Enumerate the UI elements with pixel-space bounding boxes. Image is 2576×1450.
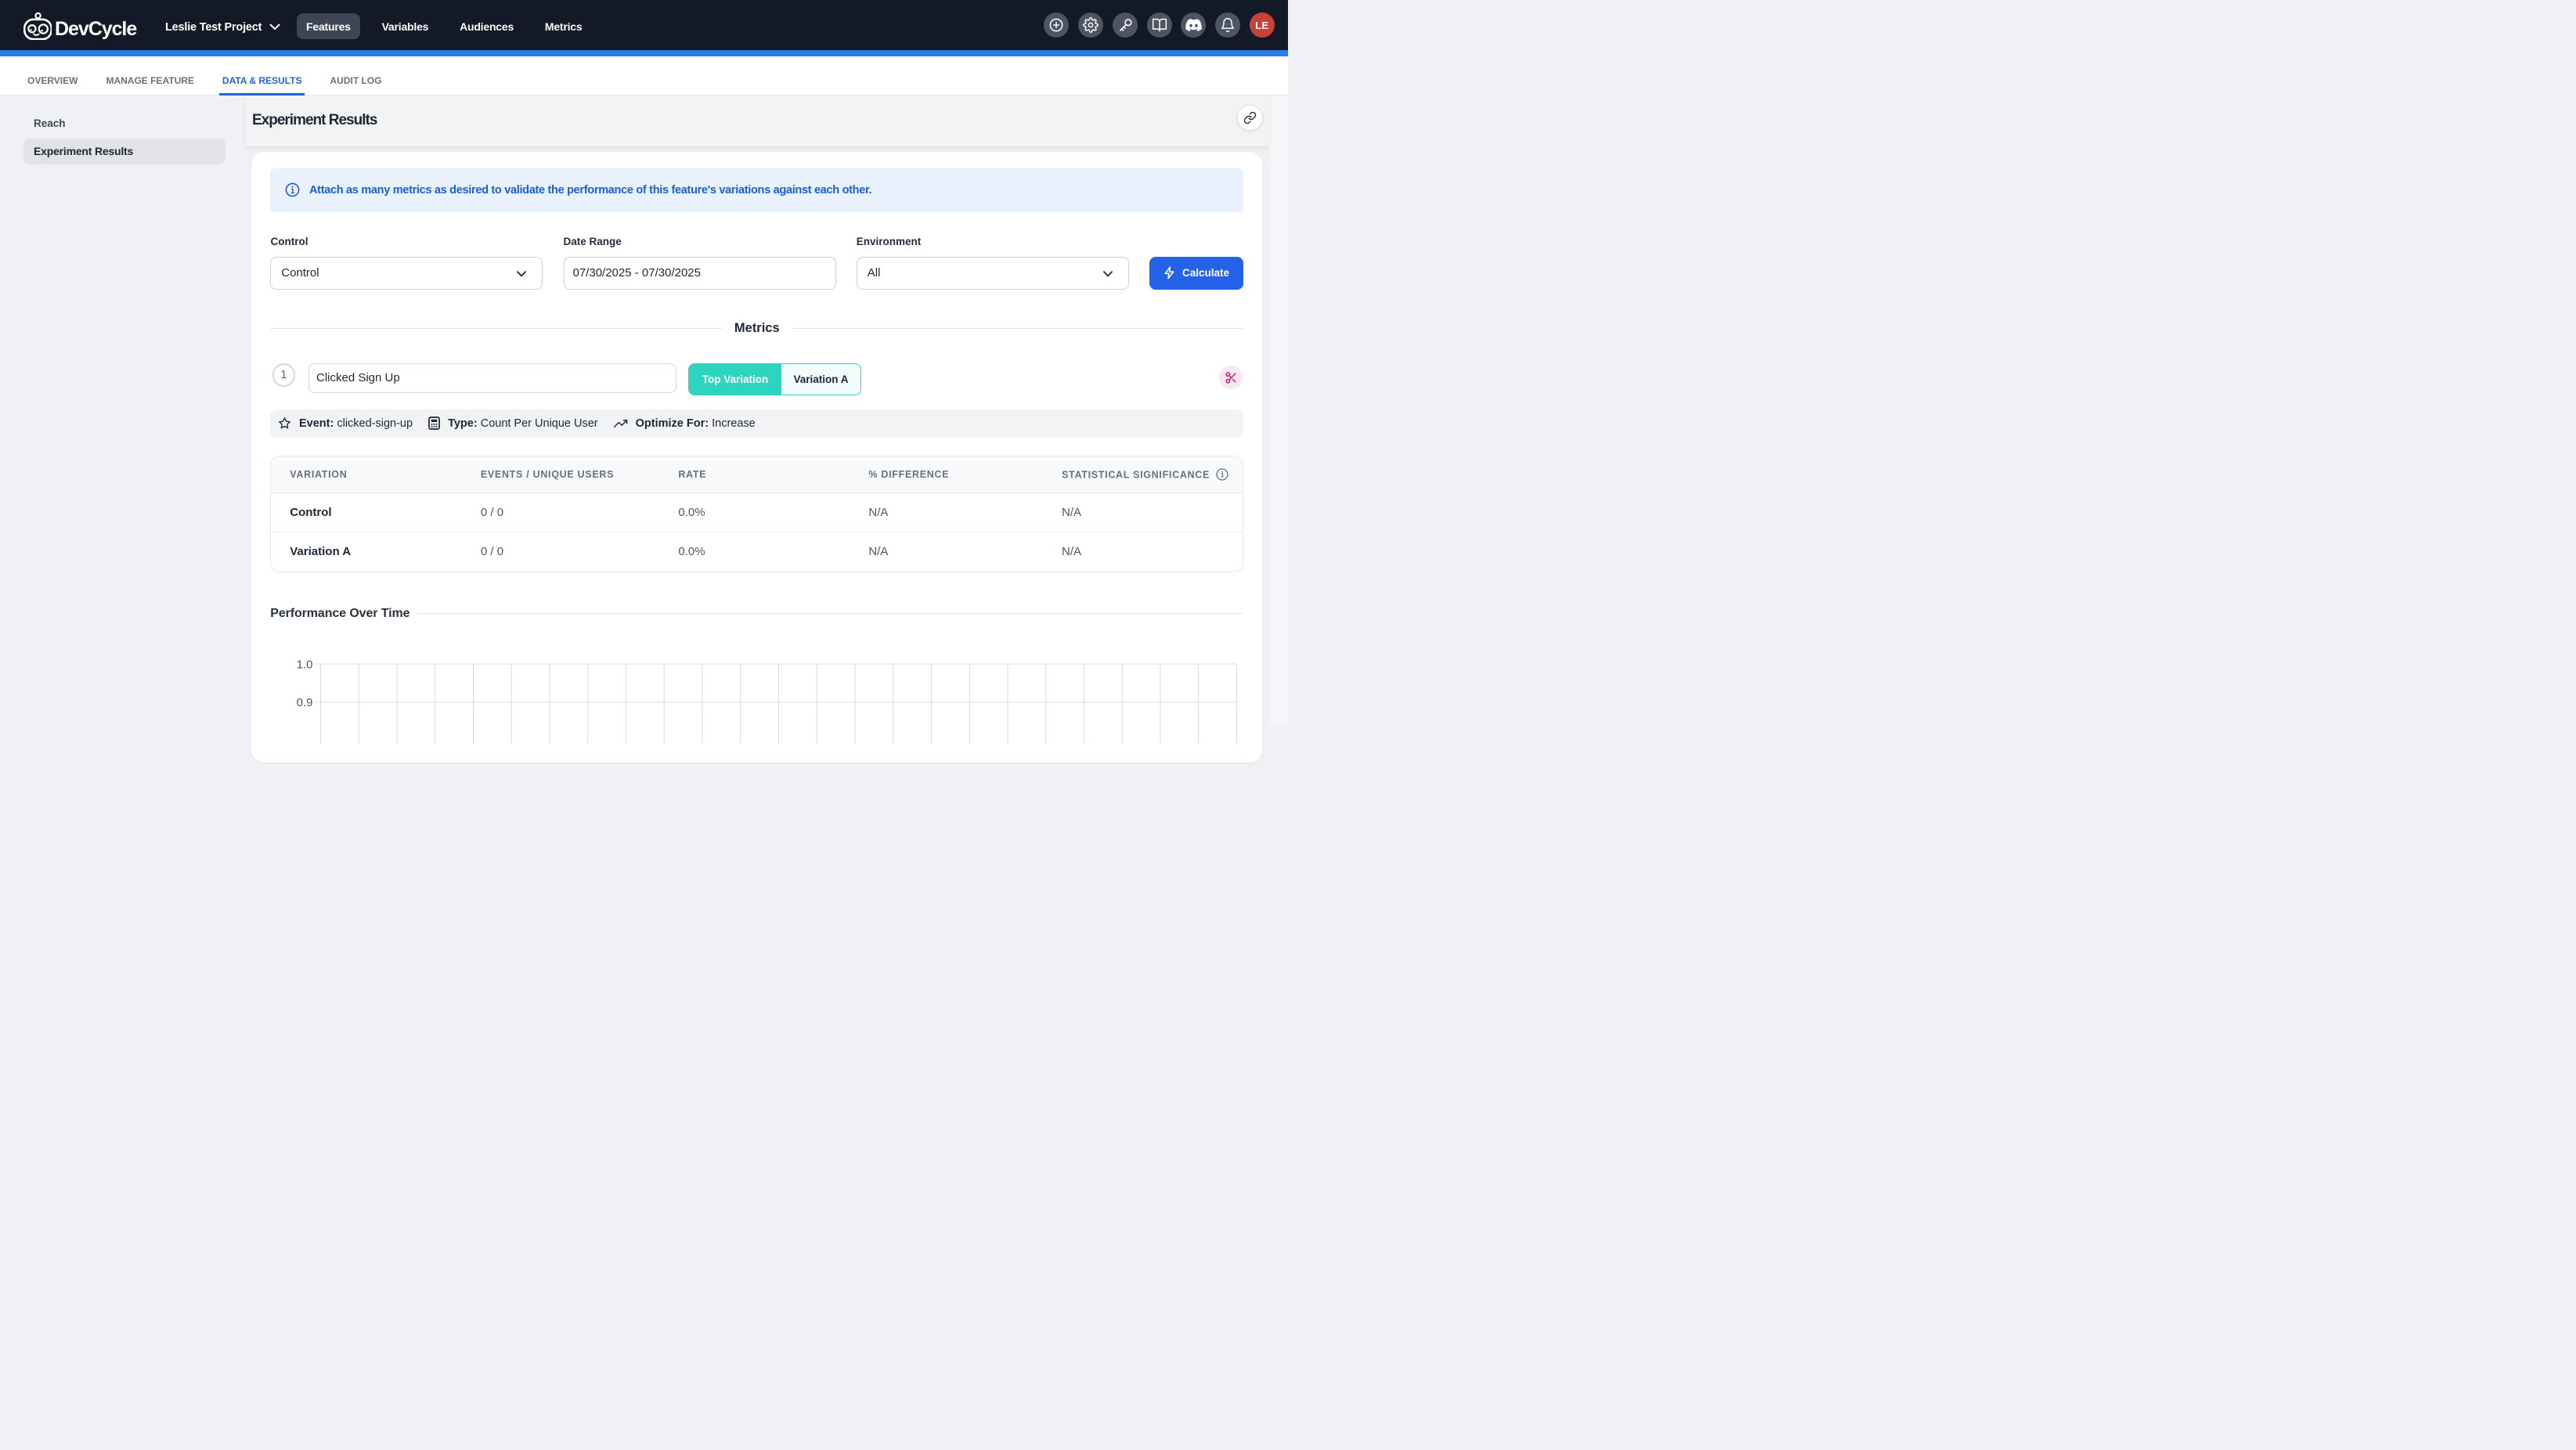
- svg-text:0.9: 0.9: [297, 695, 313, 709]
- svg-text:1.0: 1.0: [297, 658, 313, 671]
